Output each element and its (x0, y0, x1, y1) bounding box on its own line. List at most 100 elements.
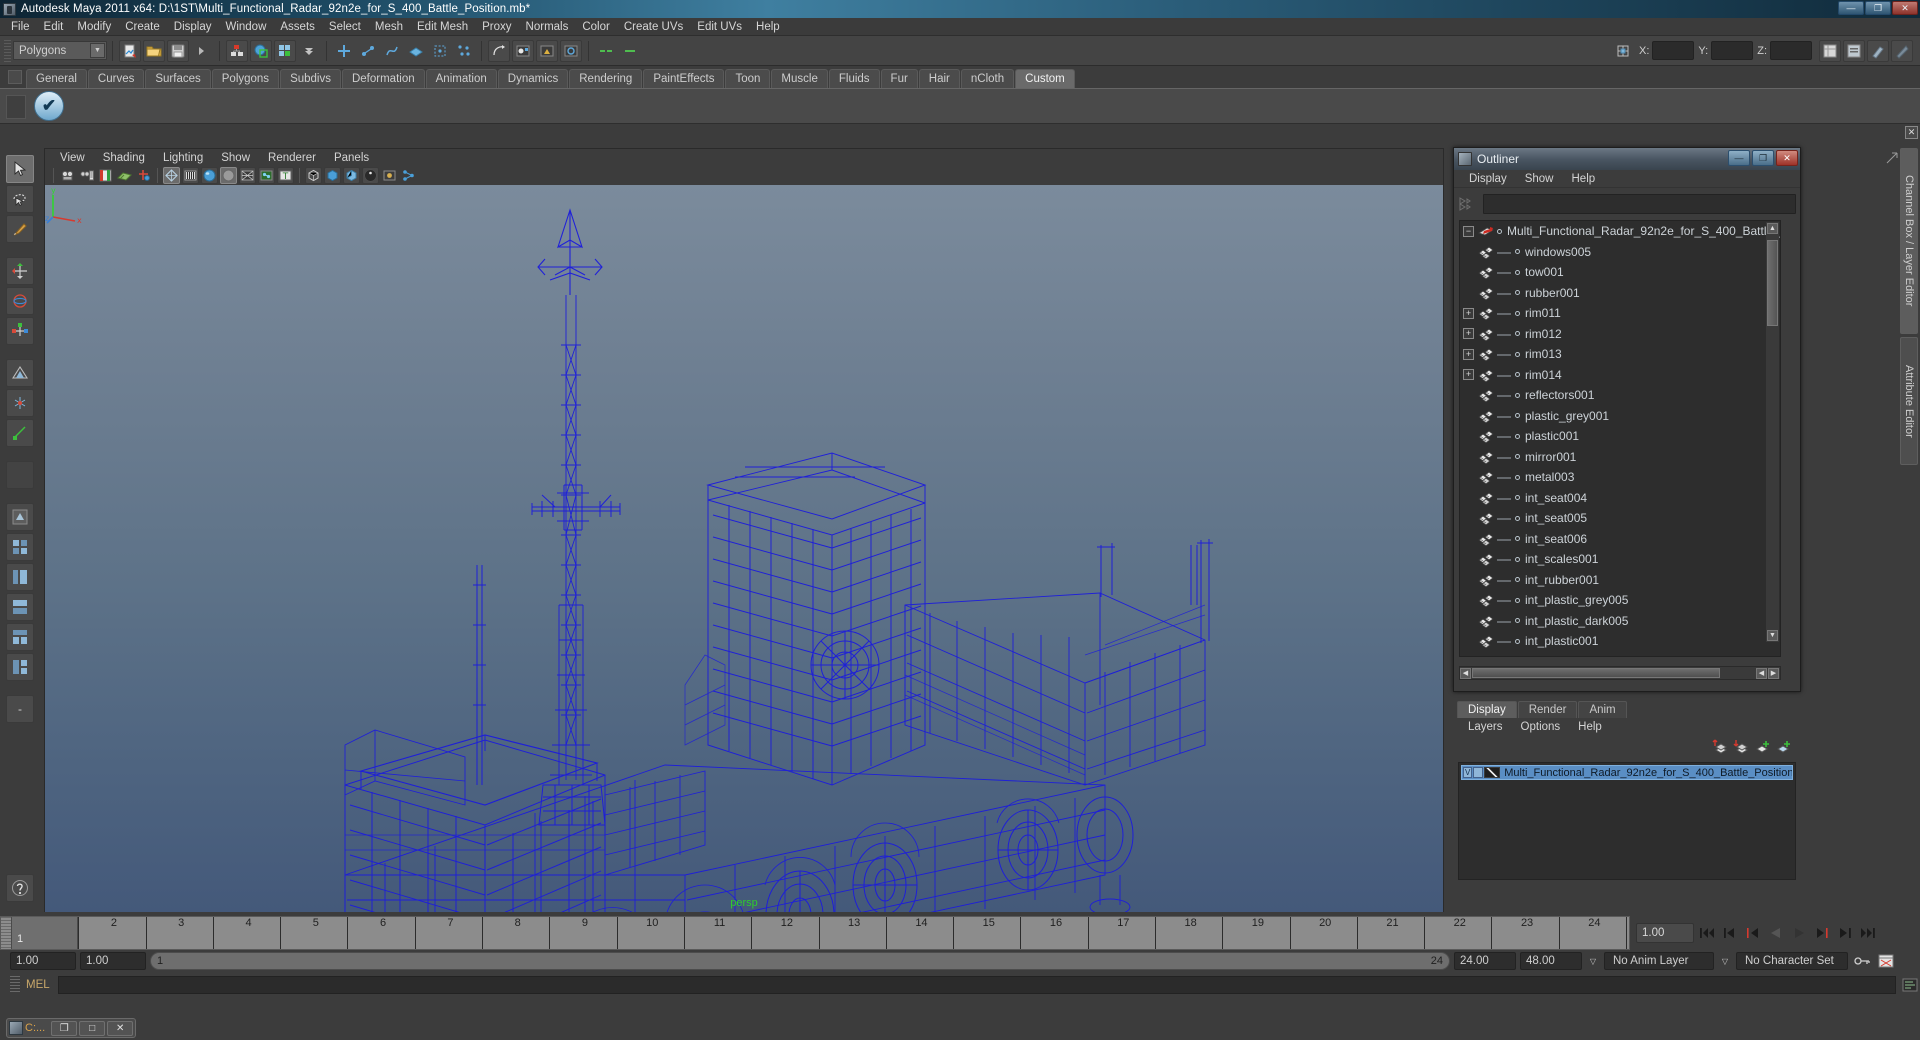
go-to-start-button[interactable] (1697, 923, 1717, 943)
viewport-menu-panels[interactable]: Panels (325, 152, 378, 164)
outliner-row[interactable]: int_plastic001 (1460, 631, 1780, 652)
layer-editor-menu-layers[interactable]: Layers (1459, 721, 1512, 733)
outliner-row[interactable]: int_seat006 (1460, 529, 1780, 550)
layer-editor-menu-help[interactable]: Help (1569, 721, 1611, 733)
outliner-scroll-up-button[interactable]: ▲ (1767, 223, 1778, 234)
tool-slot-blank[interactable] (6, 461, 34, 489)
help-tool[interactable] (6, 874, 34, 902)
z-coord-input[interactable] (1770, 41, 1812, 60)
outliner-row[interactable]: mirror001 (1460, 447, 1780, 468)
shelf-tab-animation[interactable]: Animation (425, 69, 497, 88)
menu-item-select[interactable]: Select (322, 20, 368, 34)
time-slider-track[interactable]: 1234567891011121314151617181920212223241 (11, 917, 1629, 949)
menu-set-selector[interactable]: Polygons ▼ (13, 41, 107, 60)
show-channel-box-button[interactable] (1819, 39, 1841, 62)
menu-item-modify[interactable]: Modify (70, 20, 118, 34)
outliner-expand-toggle[interactable]: + (1463, 369, 1474, 381)
select-by-component-button[interactable] (274, 39, 296, 62)
outliner-row[interactable]: rubber001 (1460, 283, 1780, 304)
snap-to-grid-button[interactable] (333, 40, 355, 62)
viewport-menu-lighting[interactable]: Lighting (154, 152, 212, 164)
toggle-sidebar-b-button[interactable] (619, 40, 641, 62)
show-outliner-button[interactable] (1891, 39, 1913, 62)
character-set-selector[interactable]: No Character Set (1736, 952, 1848, 970)
right-tab-attribute-editor[interactable]: Attribute Editor (1900, 337, 1918, 465)
right-tab-channel-box-layer-editor[interactable]: Channel Box / Layer Editor (1900, 148, 1918, 334)
wireframe-shading-icon[interactable] (163, 167, 180, 184)
menu-item-help[interactable]: Help (749, 20, 787, 34)
anim-layer-selector[interactable]: No Anim Layer (1604, 952, 1714, 970)
layer-list[interactable]: V Multi_Functional_Radar_92n2e_for_S_400_… (1458, 762, 1796, 880)
menu-item-create-uvs[interactable]: Create UVs (617, 20, 690, 34)
last-tool-used[interactable] (6, 419, 34, 447)
occlusion-icon[interactable] (343, 167, 360, 184)
outliner-row[interactable]: int_metal_black005 (1460, 652, 1780, 656)
show-attribute-editor-button[interactable] (1843, 39, 1865, 62)
outliner-scroll-thumb[interactable] (1767, 240, 1778, 326)
layer-playback-checkbox[interactable] (1473, 767, 1483, 778)
outliner-row[interactable]: reflectors001 (1460, 385, 1780, 406)
render-settings-button[interactable] (560, 39, 582, 62)
shelf-options-button[interactable] (8, 70, 22, 84)
lasso-tool[interactable] (6, 185, 34, 213)
step-forward-keyframe-button[interactable] (1835, 923, 1855, 943)
outliner-hscroll-thumb[interactable] (1472, 668, 1720, 678)
current-time-field[interactable]: 1.00 (1636, 923, 1694, 943)
menu-item-assets[interactable]: Assets (273, 20, 322, 34)
outliner-row[interactable]: int_seat004 (1460, 488, 1780, 509)
outliner-row[interactable]: plastic001 (1460, 426, 1780, 447)
xray-mode-icon[interactable] (305, 167, 322, 184)
ipr-render-button[interactable] (536, 39, 558, 62)
auto-keyframe-toggle[interactable] (1852, 951, 1872, 971)
window-minimize-button[interactable]: — (1838, 1, 1864, 15)
menu-item-proxy[interactable]: Proxy (475, 20, 518, 34)
shelf-tab-fur[interactable]: Fur (880, 69, 918, 88)
menu-item-mesh[interactable]: Mesh (368, 20, 410, 34)
viewport-menu-renderer[interactable]: Renderer (259, 152, 325, 164)
outliner-scroll-down-button[interactable]: ▼ (1767, 630, 1778, 641)
right-panel-close-button[interactable]: ✕ (1905, 126, 1918, 139)
transform-mode-icon[interactable] (1612, 40, 1634, 62)
select-tool[interactable] (6, 155, 34, 183)
chevron-down-icon[interactable]: ▼ (90, 43, 105, 58)
paint-selection-tool[interactable] (6, 215, 34, 243)
layer-row[interactable]: V Multi_Functional_Radar_92n2e_for_S_400_… (1461, 765, 1793, 780)
wireframe-on-shaded-icon[interactable] (239, 167, 256, 184)
layer-color-swatch[interactable] (1483, 767, 1501, 778)
layer-editor-tab-display[interactable]: Display (1457, 701, 1517, 718)
rotate-tool[interactable] (6, 287, 34, 315)
step-back-frame-button[interactable] (1743, 923, 1763, 943)
snap-to-plane-button[interactable] (405, 40, 427, 62)
layer-editor-tab-anim[interactable]: Anim (1578, 701, 1627, 718)
character-set-dropdown-icon[interactable]: ▽ (1718, 952, 1732, 970)
x-coord-input[interactable] (1652, 41, 1695, 60)
viewport-menu-shading[interactable]: Shading (94, 152, 154, 164)
script-editor-button[interactable] (1900, 975, 1920, 995)
viewport-menu-show[interactable]: Show (212, 152, 259, 164)
select-by-hierarchy-button[interactable] (226, 39, 248, 62)
command-line-grip[interactable] (10, 976, 20, 994)
play-backwards-button[interactable] (1766, 923, 1786, 943)
go-to-end-button[interactable] (1858, 923, 1878, 943)
statusline-grip[interactable] (4, 39, 11, 62)
image-plane-icon[interactable] (116, 167, 133, 184)
shelf-tab-rendering[interactable]: Rendering (569, 69, 643, 88)
layout-single-perspective[interactable] (6, 503, 34, 531)
shelf-tab-hair[interactable]: Hair (918, 69, 960, 88)
window-maximize-button[interactable]: ❐ (1865, 1, 1891, 15)
outliner-search-input[interactable] (1483, 194, 1796, 214)
layout-hypershade-persp[interactable] (6, 623, 34, 651)
snap-to-point-button[interactable] (381, 40, 403, 62)
shelf-tab-dynamics[interactable]: Dynamics (497, 69, 569, 88)
menu-item-display[interactable]: Display (167, 20, 219, 34)
outliner-row[interactable]: int_plastic_grey005 (1460, 590, 1780, 611)
taskbar-close-button[interactable]: ✕ (107, 1020, 134, 1036)
layout-persp-graph[interactable] (6, 593, 34, 621)
mask-options-arrow[interactable] (298, 40, 320, 62)
range-start-field[interactable]: 1.00 (10, 952, 76, 970)
select-by-object-button[interactable] (250, 39, 272, 62)
outliner-minimize-button[interactable]: — (1728, 150, 1750, 166)
viewport-menu-view[interactable]: View (51, 152, 94, 164)
outliner-filter-icon[interactable] (1458, 195, 1480, 213)
new-layer-from-selected-icon[interactable] (1775, 738, 1793, 756)
